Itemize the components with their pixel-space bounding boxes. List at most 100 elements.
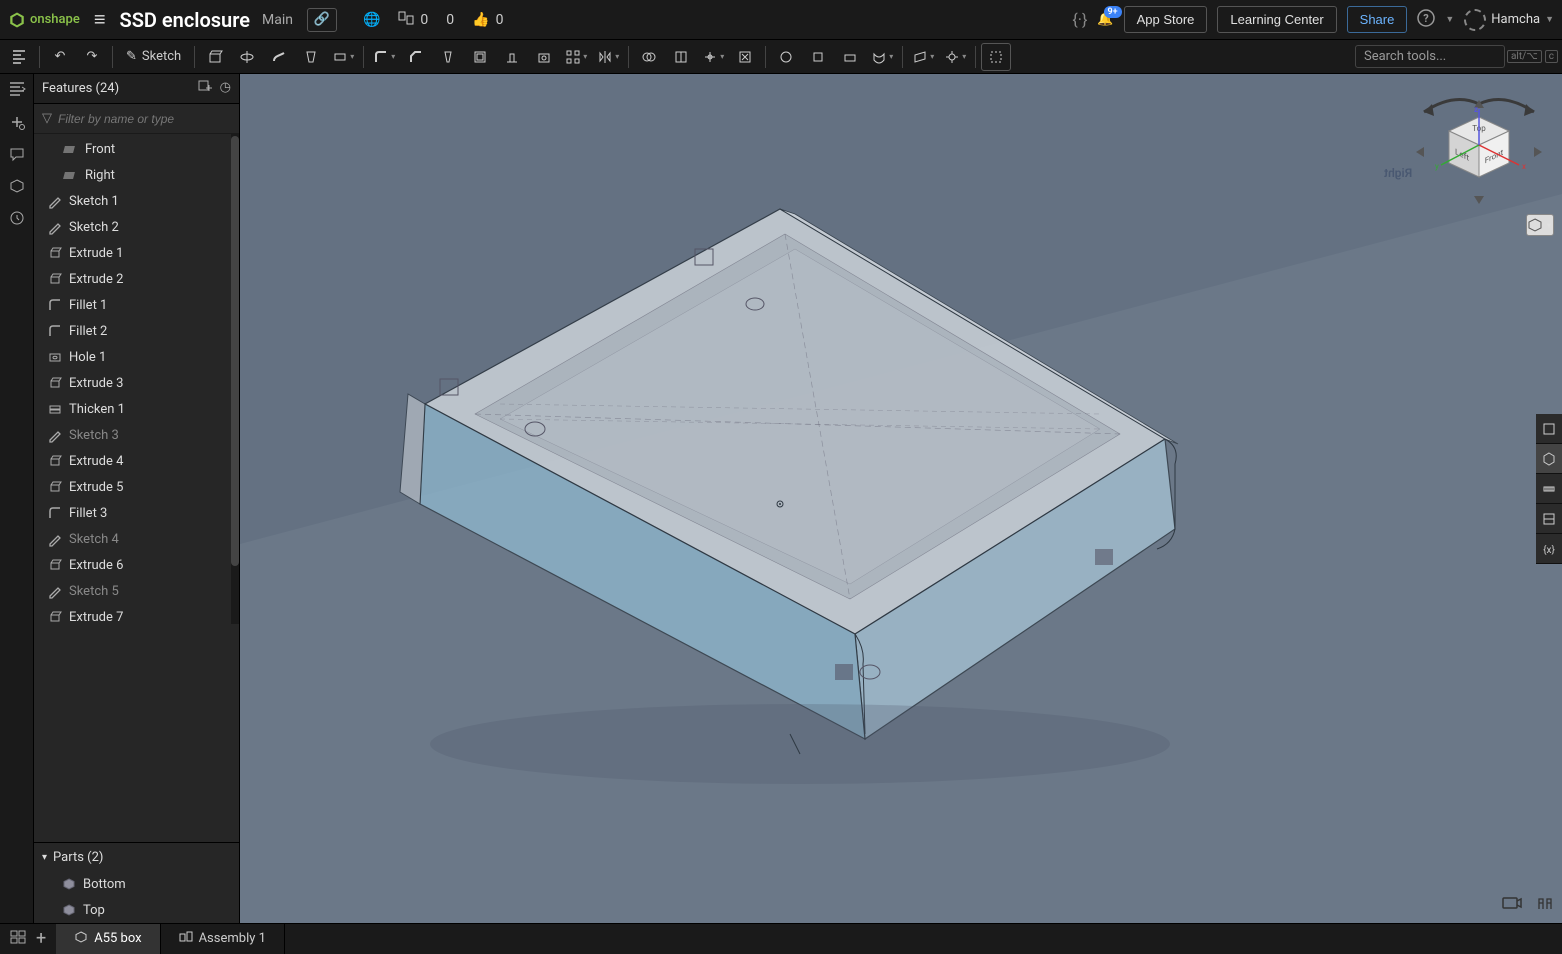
select-box-tool[interactable]: [981, 43, 1011, 71]
viewport-3d[interactable]: Right: [240, 74, 1562, 923]
rollback-timer-icon[interactable]: ◷: [220, 80, 231, 98]
feature-item[interactable]: Sketch 2: [34, 214, 239, 240]
shell-tool[interactable]: [465, 43, 495, 71]
search-tools-input[interactable]: Search tools...: [1355, 45, 1505, 68]
strip-appearance-icon[interactable]: [1536, 414, 1562, 444]
plane-tool[interactable]: [908, 43, 938, 71]
display-mode-button[interactable]: ▼: [1526, 214, 1554, 236]
chamfer-tool[interactable]: [401, 43, 431, 71]
hole-tool[interactable]: [529, 43, 559, 71]
move-face-tool[interactable]: [803, 43, 833, 71]
likes-stat[interactable]: 👍 0: [472, 12, 503, 28]
modify-fillet-tool[interactable]: [771, 43, 801, 71]
filter-icon[interactable]: ▽: [42, 111, 52, 126]
plane-icon: [64, 142, 78, 156]
logo[interactable]: onshape: [8, 11, 80, 29]
tree-scrollbar-track[interactable]: [231, 134, 239, 624]
delete-face-tool[interactable]: [730, 43, 760, 71]
feature-item[interactable]: Right: [34, 162, 239, 188]
strip-variables-icon[interactable]: {x}: [1536, 534, 1562, 564]
loft-tool[interactable]: [296, 43, 326, 71]
user-menu[interactable]: Hamcha ▼: [1464, 9, 1554, 31]
surface-tool[interactable]: [867, 43, 897, 71]
camera-icon[interactable]: [1502, 895, 1522, 915]
kbd-mod: alt/⌥: [1507, 50, 1542, 63]
units-icon[interactable]: [1536, 895, 1554, 915]
feature-tree-toggle[interactable]: [4, 43, 34, 71]
share-button[interactable]: Share: [1347, 6, 1408, 33]
avatar: [1464, 9, 1486, 31]
feature-item[interactable]: Extrude 3: [34, 370, 239, 396]
filter-input[interactable]: [58, 112, 231, 126]
feature-item[interactable]: Sketch 4: [34, 526, 239, 552]
tab-label: Assembly 1: [199, 931, 266, 946]
document-title[interactable]: SSD enclosure: [119, 8, 250, 32]
feature-item[interactable]: Sketch 5: [34, 578, 239, 604]
app-store-button[interactable]: App Store: [1124, 6, 1208, 33]
draft-tool[interactable]: [433, 43, 463, 71]
rail-comments-icon[interactable]: [9, 146, 25, 166]
feature-label: Extrude 4: [69, 454, 123, 469]
featurescript-icon[interactable]: {·}: [1072, 10, 1087, 29]
strip-section-icon[interactable]: [1536, 504, 1562, 534]
view-cube[interactable]: Top Left Front x y z: [1435, 105, 1526, 177]
undo-button[interactable]: ↶: [45, 43, 75, 71]
rail-add-feature-icon[interactable]: [9, 114, 25, 134]
public-icon[interactable]: 🌐: [363, 12, 380, 28]
feature-item[interactable]: Sketch 1: [34, 188, 239, 214]
feature-item[interactable]: Fillet 2: [34, 318, 239, 344]
feature-item[interactable]: Fillet 3: [34, 500, 239, 526]
feature-item[interactable]: Thicken 1: [34, 396, 239, 422]
part-item[interactable]: Bottom: [34, 871, 239, 897]
rail-materials-icon[interactable]: [9, 178, 25, 198]
extrude-icon: [48, 610, 62, 624]
rib-tool[interactable]: [497, 43, 527, 71]
extrude-tool[interactable]: [200, 43, 230, 71]
add-feature-icon[interactable]: [198, 80, 212, 98]
transform-tool[interactable]: [698, 43, 728, 71]
revolve-tool[interactable]: [232, 43, 262, 71]
feature-item[interactable]: Extrude 5: [34, 474, 239, 500]
rail-feature-tree-icon[interactable]: [8, 80, 26, 102]
fillet-tool[interactable]: [369, 43, 399, 71]
thicken-tool[interactable]: [328, 43, 358, 71]
copy-link-button[interactable]: 🔗: [307, 8, 337, 32]
split-tool[interactable]: [666, 43, 696, 71]
sweep-tool[interactable]: [264, 43, 294, 71]
help-dropdown-caret[interactable]: ▼: [1445, 14, 1454, 25]
pencil-icon: [48, 532, 62, 546]
add-tab-icon[interactable]: +: [36, 928, 46, 949]
tree-scrollbar-thumb[interactable]: [231, 136, 239, 566]
strip-mass-props-icon[interactable]: [1536, 444, 1562, 474]
boolean-tool[interactable]: [634, 43, 664, 71]
feature-item[interactable]: Extrude 1: [34, 240, 239, 266]
branches-stat[interactable]: 0: [398, 11, 428, 29]
strip-measure-icon[interactable]: [1536, 474, 1562, 504]
tab-manager-icon[interactable]: [10, 930, 26, 948]
feature-item[interactable]: Front: [34, 136, 239, 162]
rail-history-icon[interactable]: [9, 210, 25, 230]
mirror-tool[interactable]: [593, 43, 623, 71]
feature-item[interactable]: Sketch 3: [34, 422, 239, 448]
workspace-tab[interactable]: Assembly 1: [161, 924, 285, 954]
hamburger-menu[interactable]: ≡: [88, 7, 112, 32]
feature-tree[interactable]: FrontRightSketch 1Sketch 2Extrude 1Extru…: [34, 134, 239, 842]
workspace-tab[interactable]: A55 box: [56, 924, 160, 954]
feature-item[interactable]: Fillet 1: [34, 292, 239, 318]
feature-item[interactable]: Extrude 4: [34, 448, 239, 474]
redo-button[interactable]: ↷: [77, 43, 107, 71]
sketch-button[interactable]: ✎ Sketch: [118, 43, 189, 71]
feature-item[interactable]: Extrude 6: [34, 552, 239, 578]
notifications-button[interactable]: 🔔 9+: [1097, 12, 1113, 27]
feature-item[interactable]: Extrude 7: [34, 604, 239, 630]
comments-stat[interactable]: 0: [446, 12, 454, 28]
pattern-tool[interactable]: [561, 43, 591, 71]
part-item[interactable]: Top: [34, 897, 239, 923]
help-icon[interactable]: ?: [1417, 9, 1435, 31]
feature-item[interactable]: Hole 1: [34, 344, 239, 370]
replace-face-tool[interactable]: [835, 43, 865, 71]
learning-center-button[interactable]: Learning Center: [1217, 6, 1336, 33]
mate-connector-tool[interactable]: [940, 43, 970, 71]
parts-header[interactable]: ▾ Parts (2): [34, 843, 239, 871]
feature-item[interactable]: Extrude 2: [34, 266, 239, 292]
